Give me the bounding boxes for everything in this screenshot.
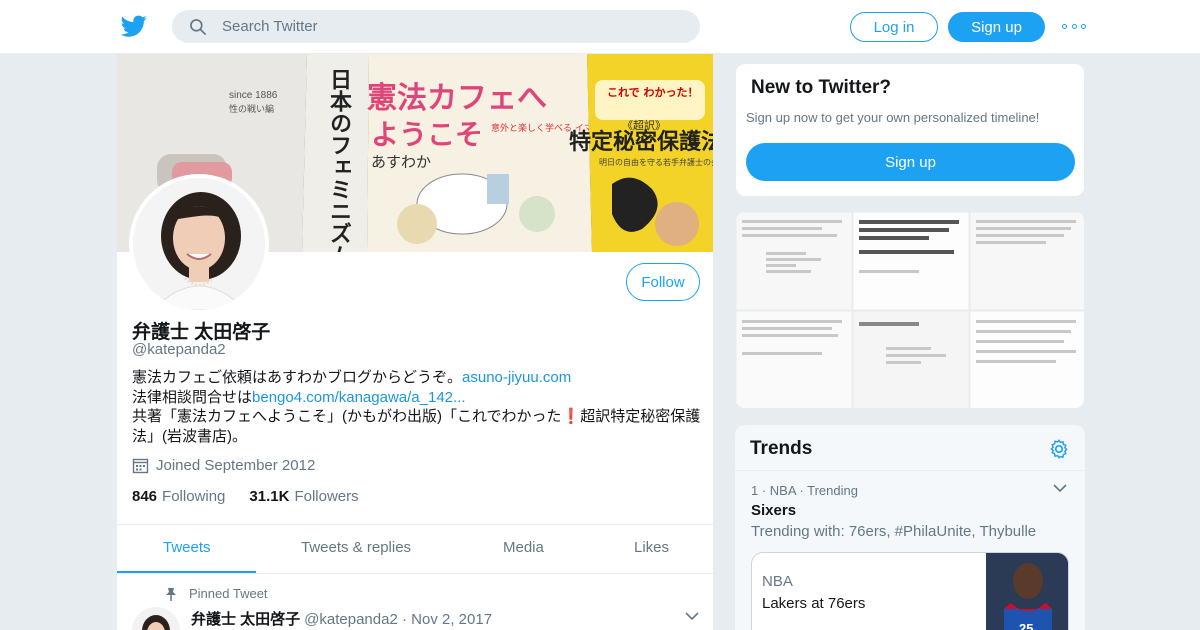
profile-bio: 憲法カフェご依頼はあすわかブログからどうぞ。asuno-jiyuu.com 法律… <box>132 368 702 446</box>
card-thumbnail: 25 <box>986 553 1068 630</box>
gear-icon[interactable] <box>1048 438 1070 460</box>
trend-item-name[interactable]: Sixers <box>751 502 796 519</box>
bio-line-2: 法律相談問合せはbengo4.com/kanagawa/a_142... <box>132 388 702 408</box>
book4-top: これで わかった！ <box>607 86 699 99</box>
book3-title1: 憲法カフェへ <box>367 81 547 116</box>
tweet-header: 弁護士 太田啓子 @katepanda2 · Nov 2, 2017 <box>191 611 493 628</box>
joined-date: Joined September 2012 <box>132 457 315 474</box>
login-button[interactable]: Log in <box>850 12 938 42</box>
followers-label: Followers <box>294 488 359 505</box>
media-gallery[interactable] <box>735 211 1085 409</box>
more-icon[interactable] <box>1062 18 1086 34</box>
svg-text:25: 25 <box>1019 621 1033 630</box>
chevron-down-icon[interactable] <box>685 611 699 621</box>
search-input[interactable] <box>222 18 642 35</box>
search-icon <box>190 18 206 35</box>
bio-line-3: 共著「憲法カフェへようこそ」(かもがわ出版)「これでわかった❗超訳特定秘密保護法… <box>132 407 702 446</box>
top-nav-bar: Log in Sign up <box>0 0 1200 54</box>
book1-since: since 1886 <box>229 90 278 101</box>
new-to-twitter-title: New to Twitter? <box>751 77 892 98</box>
profile-avatar[interactable] <box>129 174 269 314</box>
tweet-avatar[interactable] <box>132 607 180 630</box>
book4-title: 特定秘密保護法 <box>569 129 714 155</box>
tab-tweets-replies[interactable]: Tweets & replies <box>301 539 411 556</box>
pin-icon <box>166 587 176 601</box>
card-title: Lakers at 76ers <box>762 595 866 612</box>
trends-title: Trends <box>750 438 813 459</box>
trends-divider <box>735 470 1085 471</box>
following-label: Following <box>162 488 226 505</box>
book2-title: 日本のフェミニズム <box>326 68 352 252</box>
tweet-date[interactable]: Nov 2, 2017 <box>411 611 492 628</box>
pinned-text: Pinned Tweet <box>189 586 268 601</box>
new-to-twitter-box: New to Twitter? Sign up now to get your … <box>735 63 1085 197</box>
tweet-author-handle[interactable]: @katepanda2 <box>304 611 398 628</box>
profile-name: 弁護士 太田啓子 <box>132 322 271 343</box>
followers-stat[interactable]: 31.1K Followers <box>249 488 358 505</box>
twitter-bird-icon[interactable] <box>120 13 148 39</box>
followers-count: 31.1K <box>249 488 290 505</box>
calendar-icon <box>132 458 149 474</box>
chevron-down-icon[interactable] <box>1053 483 1067 493</box>
book3-author: あすわか <box>371 153 431 171</box>
card-category: NBA <box>762 573 793 590</box>
profile-stats: 846 Following 31.1K Followers <box>132 488 383 505</box>
media-thumbnails <box>736 212 1084 408</box>
joined-text: Joined September 2012 <box>156 457 316 474</box>
profile-column: since 1886 性の戦い編 日本のフェミニズム 憲法カフェへ ようこそ 意… <box>116 54 714 630</box>
tweet-avatar-image <box>132 607 180 630</box>
bio-link-bengo4[interactable]: bengo4.com/kanagawa/a_142... <box>252 389 466 406</box>
bio-line-1: 憲法カフェご依頼はあすわかブログからどうぞ。asuno-jiyuu.com <box>132 368 702 388</box>
trend-related: Trending with: 76ers, #PhilaUnite, Thybu… <box>751 523 1037 540</box>
active-tab-indicator <box>117 571 256 573</box>
pinned-tweet-label: Pinned Tweet <box>165 586 268 601</box>
tab-tweets[interactable]: Tweets <box>163 539 211 556</box>
avatar-image <box>133 178 265 310</box>
bio-text-1: 憲法カフェご依頼はあすわかブログからどうぞ。 <box>132 369 463 386</box>
trend-news-card[interactable]: NBA Lakers at 76ers 25 <box>751 552 1069 630</box>
bio-text-2: 法律相談問合せは <box>132 388 253 406</box>
tab-likes[interactable]: Likes <box>634 539 669 556</box>
book4-sub: 明日の自由を守る若手弁護士の会 <box>599 157 714 167</box>
bio-text-3: 共著「憲法カフェへようこそ」(かもがわ出版)「これでわかった <box>132 408 562 425</box>
signup-button[interactable]: Sign up <box>948 12 1045 42</box>
book3-title2: ようこそ <box>371 118 483 151</box>
profile-handle: @katepanda2 <box>132 341 226 358</box>
following-count: 846 <box>132 488 158 505</box>
card-thumbnail-image: 25 <box>986 553 1068 630</box>
tweet-author-name[interactable]: 弁護士 太田啓子 <box>191 611 300 628</box>
trends-panel: Trends 1 · NBA · Trending Sixers Trendin… <box>735 425 1085 630</box>
profile-tabs: Tweets Tweets & replies Media Likes <box>117 524 713 574</box>
book1-sub: 性の戦い編 <box>229 103 274 115</box>
sidebar-signup-button[interactable]: Sign up <box>746 143 1075 181</box>
tab-media[interactable]: Media <box>503 539 544 556</box>
follow-button[interactable]: Follow <box>626 263 700 301</box>
new-to-twitter-subtitle: Sign up now to get your own personalized… <box>746 110 1040 125</box>
exclamation-emoji-icon: ❗ <box>561 408 581 425</box>
bio-link-asuno[interactable]: asuno-jiyuu.com <box>462 369 571 386</box>
following-stat[interactable]: 846 Following <box>132 488 225 505</box>
search-box[interactable] <box>172 10 700 43</box>
trend-meta: 1 · NBA · Trending <box>751 483 858 498</box>
